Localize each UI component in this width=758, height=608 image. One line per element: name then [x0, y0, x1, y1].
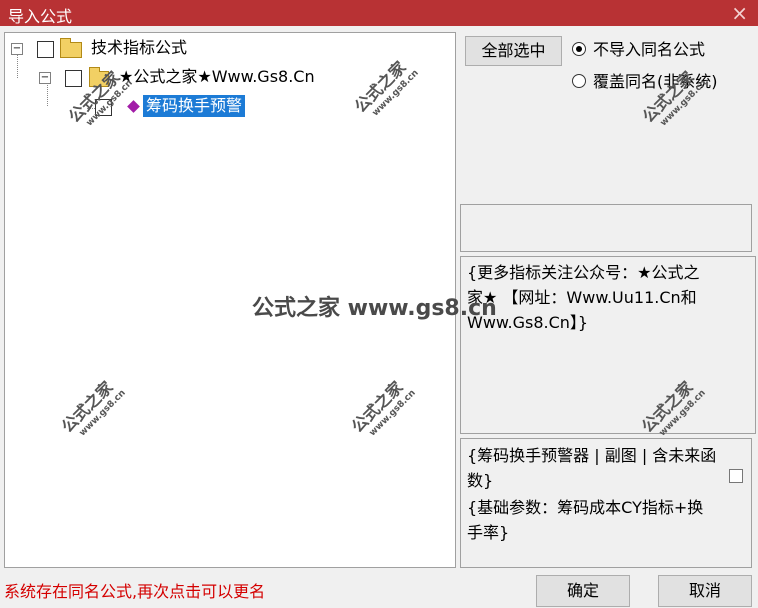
radio-overwrite[interactable] [572, 74, 586, 88]
detail-panel: {筹码换手预警器 | 副图 | 含未来函数} {基础参数：筹码成本CY指标+换手… [460, 438, 752, 568]
tree-child-label: ★公式之家★Www.Gs8.Cn [119, 67, 315, 86]
folder-icon [60, 38, 82, 58]
detail-line-1: {筹码换手预警器 | 副图 | 含未来函数} [467, 446, 717, 490]
detail-line-2: {基础参数：筹码成本CY指标+换手率} [467, 498, 704, 542]
collapse-icon[interactable]: − [11, 43, 23, 55]
ok-button[interactable]: 确定 [536, 575, 630, 607]
close-icon[interactable]: × [731, 1, 748, 25]
root-checkbox[interactable] [37, 41, 54, 58]
center-watermark: 公式之家 www.gs8.cn [252, 296, 497, 321]
child-checkbox[interactable] [65, 70, 82, 87]
tree-leaf-label[interactable]: 筹码换手预警 [143, 95, 246, 117]
name-field[interactable] [460, 204, 752, 252]
collapse-icon[interactable]: − [39, 72, 51, 84]
info-text: {更多指标关注公众号：★公式之家★ 【网址：Www.Uu11.Cn和Www.Gs… [467, 263, 700, 332]
tree-node-root[interactable]: − 技术指标公式 [11, 37, 311, 59]
window-title: 导入公式 [8, 7, 73, 26]
info-panel: {更多指标关注公众号：★公式之家★ 【网址：Www.Uu11.Cn和Www.Gs… [460, 256, 756, 434]
radio-no-import-label[interactable]: 不导入同名公式 [593, 37, 705, 62]
status-message: 系统存在同名公式,再次点击可以更名 [4, 582, 266, 601]
detail-checkbox[interactable] [729, 469, 743, 483]
title-bar: 导入公式 × [0, 0, 758, 26]
formula-icon [127, 100, 140, 113]
radio-no-import[interactable] [572, 42, 586, 56]
tree-node-leaf[interactable]: 筹码换手预警 [95, 95, 295, 117]
select-all-button[interactable]: 全部选中 [465, 36, 562, 66]
tree-root-label: 技术指标公式 [91, 38, 188, 57]
cancel-button[interactable]: 取消 [658, 575, 752, 607]
